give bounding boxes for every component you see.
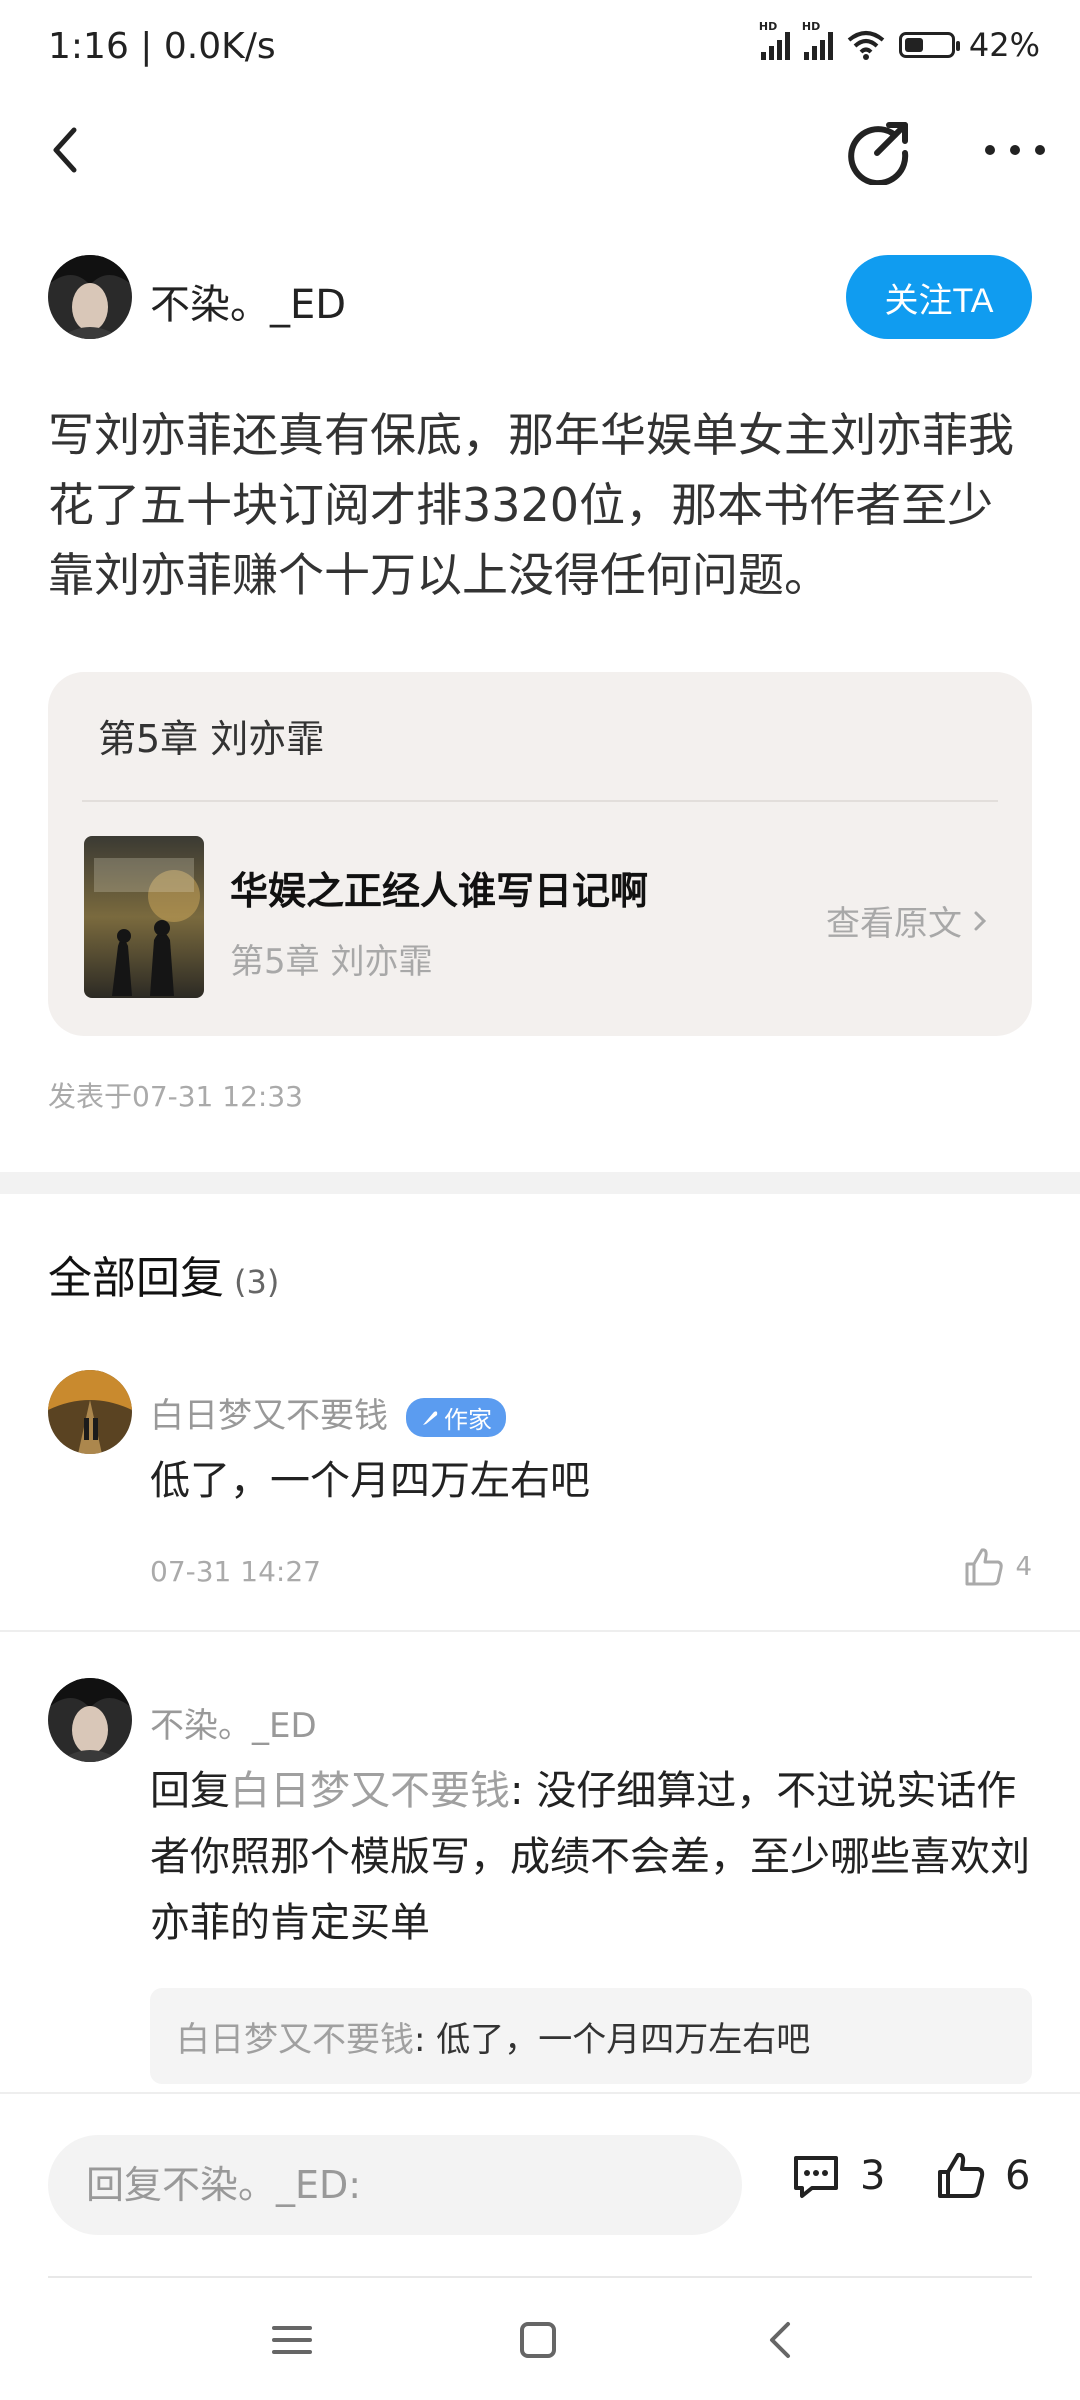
signal-icon-2: HD xyxy=(802,20,833,60)
commenter-avatar[interactable] xyxy=(48,1370,132,1454)
post-timestamp: 发表于07-31 12:33 xyxy=(48,1080,303,1113)
card-divider xyxy=(82,800,998,802)
post-text: 写刘亦菲还真有保底，那年华娱单女主刘亦菲我花了五十块订阅才排3320位，那本书作… xyxy=(48,408,1014,602)
comment-divider xyxy=(0,1630,1080,1632)
comment-text: 低了，一个月四万左右吧 xyxy=(150,1458,590,1504)
like-count: 6 xyxy=(1005,2153,1031,2199)
status-time: 1:16 | 0.0K/s xyxy=(48,26,276,67)
comment-icon xyxy=(794,2156,838,2198)
section-divider xyxy=(0,1172,1080,1194)
author-name[interactable]: 不染。_ED xyxy=(150,272,346,330)
share-icon[interactable] xyxy=(845,115,915,185)
battery-icon xyxy=(898,32,960,58)
quill-icon xyxy=(423,1410,438,1425)
book-cover-image xyxy=(84,836,204,998)
follow-button[interactable]: 关注TA xyxy=(846,255,1032,339)
wifi-icon xyxy=(847,31,885,60)
signal-icon: HD xyxy=(759,20,790,60)
commenter-name[interactable]: 白日梦又不要钱 作家 xyxy=(150,1388,506,1437)
replies-count: (3) xyxy=(234,1263,280,1301)
view-original-link[interactable]: 查看原文 xyxy=(826,896,990,945)
reply-to-user[interactable]: 白日梦又不要钱 xyxy=(230,1768,510,1814)
writer-badge: 作家 xyxy=(406,1398,506,1437)
comment-text: 回复白日梦又不要钱: 没仔细算过，不过说实话作者你照那个模版写，成绩不会差，至少… xyxy=(150,1768,1030,1946)
comment-button[interactable]: 3 xyxy=(790,2150,885,2202)
thumbs-up-icon xyxy=(938,2152,985,2198)
book-card[interactable]: 第5章 刘亦霏 华娱之正经人谁写日记啊 第5章 刘亦霏 查看原文 xyxy=(48,672,1032,1036)
status-icons: HD HD 42% xyxy=(759,20,1040,64)
author-avatar[interactable] xyxy=(48,255,132,339)
chevron-right-icon xyxy=(974,911,987,930)
book-title: 华娱之正经人谁写日记啊 xyxy=(230,869,649,913)
book-chapter: 第5章 刘亦霏 xyxy=(230,942,433,982)
home-icon[interactable] xyxy=(508,2310,568,2370)
commenter-avatar[interactable] xyxy=(48,1678,132,1762)
comment-count: 3 xyxy=(860,2153,886,2199)
nav-divider xyxy=(48,2276,1032,2278)
comment-time: 07-31 14:27 xyxy=(150,1555,321,1588)
more-icon[interactable] xyxy=(980,120,1050,180)
view-original-label: 查看原文 xyxy=(826,904,962,944)
thumbs-up-icon xyxy=(965,1548,1004,1586)
nav-back-icon[interactable] xyxy=(752,2310,812,2370)
commenter-name[interactable]: 不染。_ED xyxy=(150,1698,317,1747)
card-chapter-title: 第5章 刘亦霏 xyxy=(98,717,325,761)
quoted-comment: 白日梦又不要钱: 低了，一个月四万左右吧 xyxy=(150,1988,1032,2084)
bottom-bar-divider xyxy=(0,2092,1080,2094)
like-button[interactable]: 6 xyxy=(935,2150,1030,2202)
replies-title: 全部回复 xyxy=(48,1253,224,1304)
battery-percent: 42% xyxy=(968,26,1040,64)
menu-icon[interactable] xyxy=(262,2310,322,2370)
comment-like-count: 4 xyxy=(1015,1552,1032,1582)
back-icon[interactable] xyxy=(40,120,100,180)
comment-like-button[interactable]: 4 xyxy=(963,1546,1032,1588)
replies-header: 全部回复 (3) xyxy=(48,1242,279,1306)
reply-input[interactable] xyxy=(48,2135,742,2235)
